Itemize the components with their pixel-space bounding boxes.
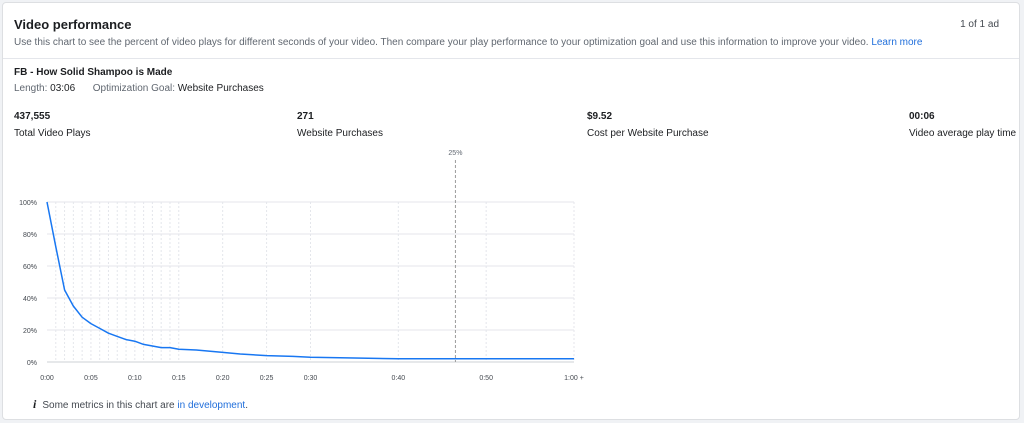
y-tick-label: 20%: [23, 328, 37, 335]
metric-label: Total Video Plays: [14, 128, 91, 139]
learn-more-link[interactable]: Learn more: [871, 37, 922, 48]
ad-meta: Length: 03:06 Optimization Goal: Website…: [14, 83, 264, 94]
metric-value: $9.52: [587, 111, 613, 122]
metric-label: Cost per Website Purchase: [587, 128, 709, 139]
x-tick-label: 0:25: [260, 375, 274, 382]
development-note: i Some metrics in this chart are in devel…: [33, 397, 248, 412]
card-header: Video performance 1 of 1 ad Use this cha…: [3, 3, 1019, 59]
retention-chart: 0% 20% 40% 60% 80% 100% 0:00 0:05 0:10 0:15 0:20 0:…: [3, 143, 603, 389]
goal-label: Optimization Goal:: [92, 83, 176, 94]
y-tick-label: 100%: [19, 200, 37, 207]
metric-average-play-time: 00:06 Video average play time: [909, 111, 1016, 139]
metric-total-video-plays: 437,555 Total Video Plays: [14, 111, 91, 139]
ad-pagination: 1 of 1 ad: [960, 19, 999, 30]
y-tick-label: 80%: [23, 232, 37, 239]
metric-cost-per-purchase: $9.52 Cost per Website Purchase: [587, 111, 709, 139]
x-tick-label: 0:50: [479, 375, 493, 382]
length-value: 03:06: [50, 83, 76, 94]
y-tick-label: 0%: [27, 360, 37, 367]
metric-value: 437,555: [14, 111, 51, 122]
retention-chart-svg: 0% 20% 40% 60% 80% 100% 0:00 0:05 0:10 0:15 0:20 0:…: [19, 150, 584, 382]
header-description: Use this chart to see the percent of vid…: [14, 37, 922, 48]
x-tick-label: 0:40: [392, 375, 406, 382]
y-tick-label: 60%: [23, 264, 37, 271]
note-text: Some metrics in this chart are: [42, 400, 178, 411]
x-tick-label: 0:00: [40, 375, 54, 382]
x-tick-label: 0:10: [128, 375, 142, 382]
in-development-link[interactable]: in development: [177, 400, 245, 411]
metric-label: Website Purchases: [297, 128, 383, 139]
y-tick-label: 40%: [23, 296, 37, 303]
video-performance-card: Video performance 1 of 1 ad Use this cha…: [2, 2, 1020, 420]
metric-value: 00:06: [909, 111, 935, 122]
quartile-marker-label: 25%: [448, 150, 462, 157]
metric-website-purchases: 271 Website Purchases: [297, 111, 383, 139]
description-text: Use this chart to see the percent of vid…: [14, 37, 869, 48]
x-tick-label: 0:05: [84, 375, 98, 382]
page-title: Video performance: [14, 17, 132, 32]
metric-label: Video average play time: [909, 128, 1017, 139]
info-icon: i: [33, 397, 37, 411]
x-tick-label: 0:30: [304, 375, 318, 382]
length-label: Length:: [14, 83, 48, 94]
x-tick-label: 1:00 +: [564, 375, 584, 382]
metric-value: 271: [297, 111, 314, 122]
ad-name: FB - How Solid Shampoo is Made: [14, 67, 173, 78]
x-tick-label: 0:15: [172, 375, 186, 382]
note-suffix: .: [245, 400, 248, 411]
x-tick-label: 0:20: [216, 375, 230, 382]
goal-value: Website Purchases: [177, 83, 264, 94]
